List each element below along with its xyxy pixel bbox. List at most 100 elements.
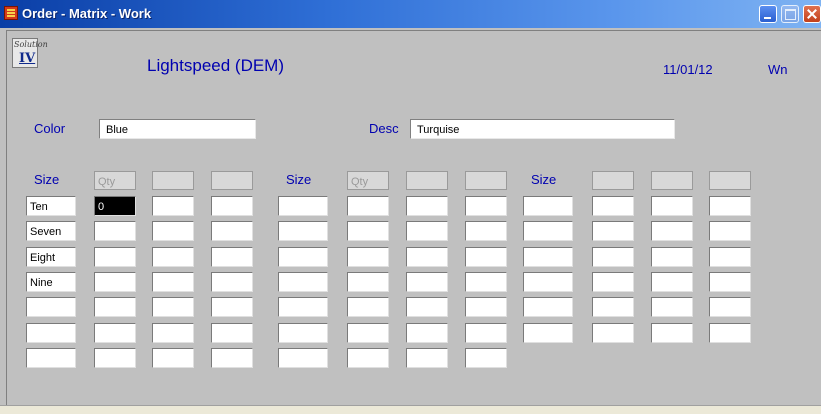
qty-cell[interactable]	[152, 272, 194, 292]
qty-cell[interactable]	[406, 323, 448, 343]
qty-cell[interactable]	[211, 247, 253, 267]
app-title: Lightspeed (DEM)	[147, 56, 285, 75]
size-cell[interactable]	[523, 196, 573, 216]
size-cell[interactable]	[26, 297, 76, 317]
qty-cell[interactable]	[465, 247, 507, 267]
qty-cell[interactable]	[347, 247, 389, 267]
qty-cell[interactable]	[651, 196, 693, 216]
qty-header-3-1	[592, 171, 634, 190]
qty-cell[interactable]	[94, 247, 136, 267]
qty-cell[interactable]	[94, 297, 136, 317]
qty-cell[interactable]	[211, 196, 253, 216]
qty-header-3-3	[709, 171, 751, 190]
size-cell[interactable]	[278, 272, 328, 292]
size-cell[interactable]	[523, 247, 573, 267]
color-field[interactable]: Blue	[99, 119, 256, 139]
qty-cell[interactable]	[592, 247, 634, 267]
qty-header-2-3	[465, 171, 507, 190]
qty-cell[interactable]	[406, 272, 448, 292]
size-cell[interactable]	[278, 348, 328, 368]
qty-cell[interactable]	[347, 348, 389, 368]
qty-cell[interactable]	[709, 247, 751, 267]
close-button[interactable]	[803, 5, 821, 23]
qty-header-1-1: Qty	[94, 171, 136, 190]
qty-cell[interactable]	[152, 348, 194, 368]
qty-cell[interactable]	[347, 323, 389, 343]
qty-cell[interactable]	[347, 196, 389, 216]
qty-cell[interactable]	[406, 221, 448, 241]
qty-cell[interactable]	[592, 297, 634, 317]
qty-cell[interactable]	[709, 196, 751, 216]
qty-cell[interactable]	[211, 348, 253, 368]
qty-cell[interactable]	[406, 196, 448, 216]
solution-iv-logo: Solution IV	[12, 38, 48, 68]
qty-cell[interactable]	[465, 348, 507, 368]
qty-cell[interactable]	[709, 272, 751, 292]
qty-cell[interactable]	[347, 297, 389, 317]
qty-cell[interactable]	[709, 297, 751, 317]
size-cell[interactable]	[523, 221, 573, 241]
qty-cell[interactable]	[465, 272, 507, 292]
qty-cell[interactable]	[406, 297, 448, 317]
window-title: Order - Matrix - Work	[22, 6, 152, 21]
size-cell[interactable]	[278, 221, 328, 241]
qty-cell-active[interactable]: 0	[94, 196, 136, 216]
qty-cell[interactable]	[152, 297, 194, 317]
qty-cell[interactable]	[651, 323, 693, 343]
qty-cell[interactable]	[152, 221, 194, 241]
qty-cell[interactable]	[651, 272, 693, 292]
qty-header-2-1: Qty	[347, 171, 389, 190]
qty-cell[interactable]	[406, 348, 448, 368]
qty-cell[interactable]	[592, 221, 634, 241]
qty-cell[interactable]	[152, 323, 194, 343]
qty-cell[interactable]	[651, 221, 693, 241]
qty-cell[interactable]	[592, 323, 634, 343]
app-grid-icon	[4, 6, 18, 20]
size-cell[interactable]	[278, 297, 328, 317]
size-cell[interactable]	[278, 247, 328, 267]
size-header-3: Size	[531, 172, 557, 187]
qty-cell[interactable]	[94, 272, 136, 292]
size-cell[interactable]	[26, 348, 76, 368]
maximize-button[interactable]	[781, 5, 799, 23]
qty-cell[interactable]	[94, 221, 136, 241]
qty-cell[interactable]	[592, 196, 634, 216]
qty-cell[interactable]	[465, 221, 507, 241]
size-cell[interactable]: Ten	[26, 196, 76, 216]
size-cell[interactable]	[278, 323, 328, 343]
size-cell[interactable]	[523, 323, 573, 343]
minimize-button[interactable]	[759, 5, 777, 23]
size-cell[interactable]: Seven	[26, 221, 76, 241]
qty-cell[interactable]	[709, 221, 751, 241]
qty-cell[interactable]	[709, 323, 751, 343]
qty-cell[interactable]	[347, 272, 389, 292]
qty-cell[interactable]	[211, 323, 253, 343]
qty-cell[interactable]	[152, 247, 194, 267]
size-cell[interactable]	[278, 196, 328, 216]
qty-cell[interactable]	[94, 348, 136, 368]
size-header-1: Size	[34, 172, 60, 187]
size-cell[interactable]	[523, 272, 573, 292]
desc-label: Desc	[369, 121, 399, 136]
size-cell[interactable]	[26, 323, 76, 343]
title-bar[interactable]: Order - Matrix - Work	[0, 0, 821, 28]
header-date: 11/01/12	[663, 62, 713, 77]
qty-cell[interactable]	[651, 297, 693, 317]
qty-cell[interactable]	[592, 272, 634, 292]
qty-cell[interactable]	[211, 297, 253, 317]
qty-cell[interactable]	[465, 297, 507, 317]
qty-cell[interactable]	[152, 196, 194, 216]
qty-cell[interactable]	[651, 247, 693, 267]
qty-cell[interactable]	[94, 323, 136, 343]
qty-cell[interactable]	[211, 221, 253, 241]
qty-cell[interactable]	[211, 272, 253, 292]
qty-cell[interactable]	[465, 196, 507, 216]
qty-cell[interactable]	[406, 247, 448, 267]
qty-cell[interactable]	[347, 221, 389, 241]
qty-cell[interactable]	[465, 323, 507, 343]
size-cell[interactable]	[523, 297, 573, 317]
desc-field[interactable]: Turquise	[410, 119, 675, 139]
size-cell[interactable]: Eight	[26, 247, 76, 267]
size-cell[interactable]: Nine	[26, 272, 76, 292]
qty-header-1-3	[211, 171, 253, 190]
